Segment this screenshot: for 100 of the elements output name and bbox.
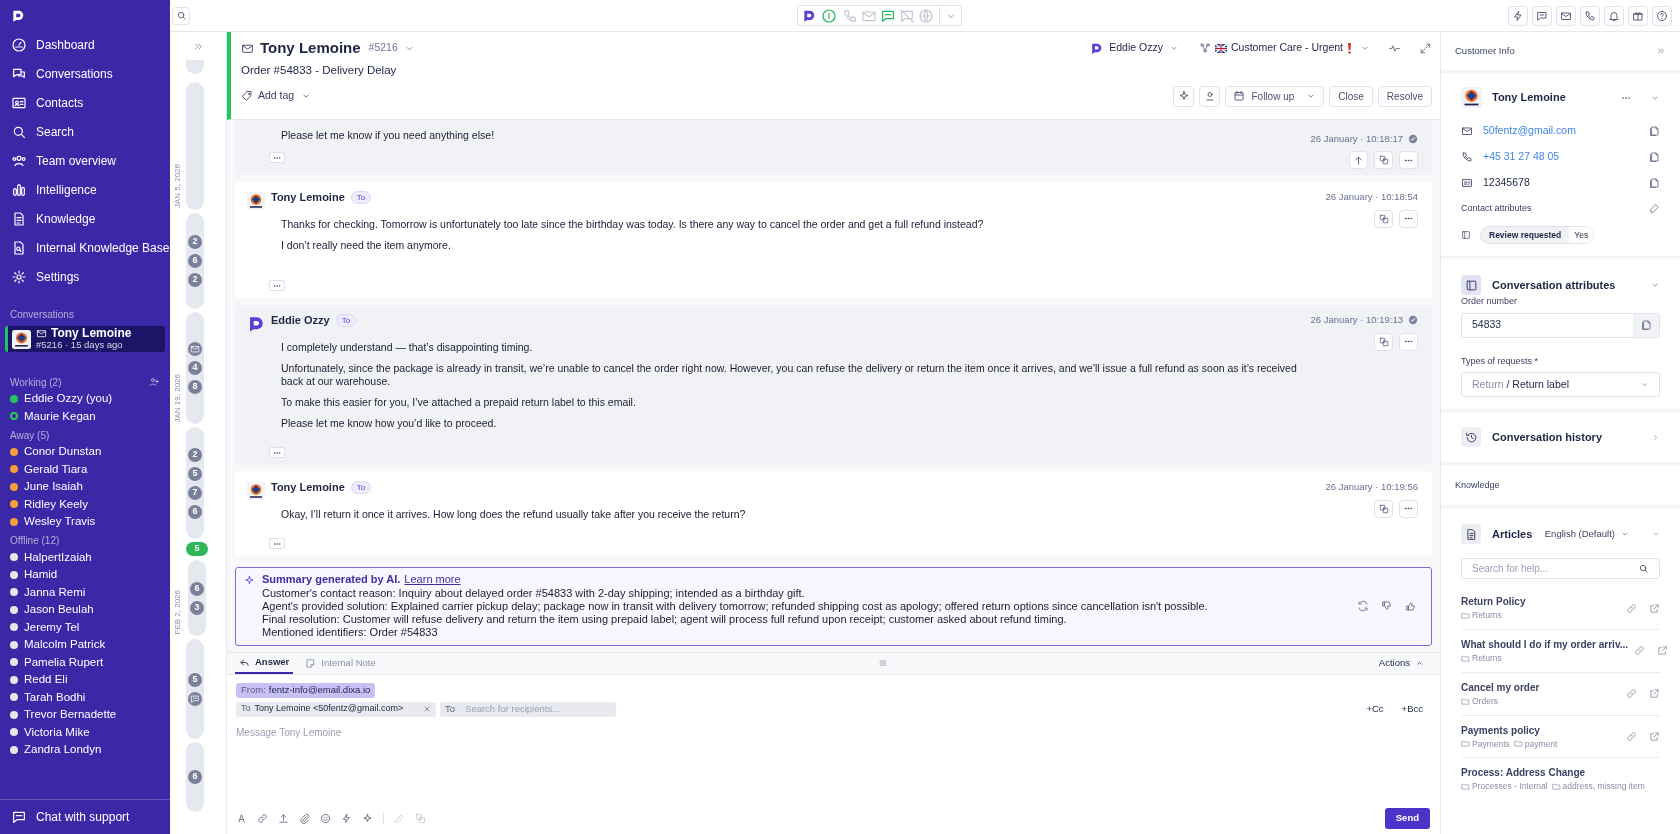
count-badge[interactable]: 3: [190, 600, 204, 615]
recipient-input[interactable]: Search for recipients...: [465, 702, 611, 717]
language-dropdown[interactable]: English (Default): [1544, 527, 1629, 542]
nav-item[interactable]: Settings: [0, 262, 170, 291]
nav-item[interactable]: Team overview: [0, 146, 170, 175]
agent-name[interactable]: HalpertIzaiah: [24, 548, 92, 566]
agent-name[interactable]: Conor Dunstan: [24, 443, 102, 461]
article-title[interactable]: Payments policy: [1461, 722, 1620, 738]
nav-item[interactable]: Intelligence: [0, 175, 170, 204]
expand-button[interactable]: [269, 280, 285, 292]
expand-button[interactable]: [269, 152, 285, 163]
translate-button[interactable]: [1374, 151, 1393, 170]
action-button[interactable]: Close: [1329, 85, 1373, 107]
nav-item[interactable]: Dashboard: [0, 30, 170, 59]
count-badge[interactable]: 7: [188, 485, 202, 500]
cc-button[interactable]: +Cc: [1366, 700, 1384, 717]
agent-name[interactable]: Gerald Tiara: [24, 460, 88, 478]
scroll-up-button[interactable]: [1349, 151, 1368, 170]
nav-item[interactable]: Internal Knowledge Base: [0, 233, 170, 262]
assign-button[interactable]: [1199, 85, 1221, 107]
count-badge[interactable]: 8: [188, 380, 202, 394]
help-icon: [1656, 9, 1668, 22]
send-button[interactable]: Send: [1384, 807, 1430, 829]
actions-button[interactable]: Actions: [1378, 652, 1432, 674]
toolbar-button[interactable]: [1628, 5, 1648, 26]
agent-name[interactable]: Trevor Bernadette: [24, 706, 117, 724]
recipient-chip[interactable]: To Tony Lemoine <50fentz@gmail.com>: [236, 701, 436, 717]
toolbar-button[interactable]: [1652, 5, 1672, 26]
count-badge[interactable]: 5: [188, 672, 202, 687]
toolbar-button[interactable]: [1508, 5, 1528, 26]
agent-name[interactable]: Tarah Bodhi: [24, 688, 86, 706]
agent-name[interactable]: Janna Remi: [24, 583, 86, 601]
timeline-segment[interactable]: 5: [186, 639, 204, 739]
count-badge[interactable]: 5: [188, 466, 202, 481]
toolbar-button[interactable]: [1556, 5, 1576, 26]
agent-name[interactable]: June Isaiah: [24, 478, 83, 496]
search-field[interactable]: Search for help...: [1461, 558, 1660, 580]
translate-button[interactable]: [1374, 499, 1393, 518]
article-title[interactable]: Process: Address Change: [1461, 765, 1660, 781]
agent-name[interactable]: Hamid: [24, 566, 58, 584]
timeline-segment[interactable]: 4 8: [186, 312, 204, 424]
nav-item[interactable]: Knowledge: [0, 204, 170, 233]
count-badge[interactable]: 6: [188, 504, 202, 519]
composer[interactable]: Answer Internal Note Actions From: fentz-info@email.dixa.io To Tony Lemoine <50fentz@gmail.com> To Search for recipients... +Cc +Bcc Message Tony Lemoine Send: [227, 651, 1440, 834]
status-ring-icon[interactable]: [820, 7, 837, 24]
toolbar-button[interactable]: [1604, 5, 1624, 26]
count-badge[interactable]: 4: [188, 361, 202, 375]
toolbar-button[interactable]: [1580, 5, 1600, 26]
count-badge[interactable]: 6: [190, 581, 204, 596]
expand-button[interactable]: [269, 447, 285, 459]
article-title[interactable]: Cancel my order: [1461, 679, 1620, 695]
agent-name[interactable]: Wesley Travis: [24, 513, 96, 531]
count-badge[interactable]: 2: [188, 273, 202, 287]
translate-button[interactable]: [1374, 209, 1393, 228]
article-title[interactable]: Return Policy: [1461, 594, 1620, 610]
nav-item[interactable]: Conversations: [0, 59, 170, 88]
action-button[interactable]: Resolve: [1377, 85, 1432, 107]
follow-up-button[interactable]: Follow up: [1225, 85, 1325, 107]
timeline-segment[interactable]: 2 5 7 6: [186, 427, 204, 539]
bcc-button[interactable]: +Bcc: [1401, 700, 1423, 717]
from-chip[interactable]: From: fentz-info@email.dixa.io: [236, 682, 376, 698]
article-title[interactable]: What should I do if my order arriv...: [1461, 637, 1629, 652]
learn-more-link[interactable]: Learn more: [404, 573, 461, 587]
timeline-segment[interactable]: 6 3: [188, 560, 206, 636]
agent-name[interactable]: Zandra Londyn: [24, 741, 102, 759]
agent-name[interactable]: Victoria Mike: [24, 723, 90, 741]
history-row[interactable]: Conversation history: [1441, 412, 1680, 463]
count-badge[interactable]: 6: [188, 770, 202, 784]
search-input[interactable]: Search for help...: [1472, 561, 1638, 577]
recipient-field[interactable]: To Search for recipients...: [440, 701, 616, 717]
count-badge[interactable]: 2: [188, 235, 202, 249]
agent-name[interactable]: Malcolm Patrick: [24, 636, 106, 654]
toolbar-button[interactable]: [1532, 5, 1552, 26]
search-button[interactable]: [172, 6, 190, 25]
ai-button[interactable]: [1173, 85, 1195, 107]
timeline-segment[interactable]: 6: [186, 742, 204, 812]
agent-name[interactable]: Eddie Ozzy (you): [24, 390, 113, 408]
add-tag-button[interactable]: Add tag: [241, 88, 312, 104]
queue-dropdown[interactable]: Customer Care - Urgent: [1198, 40, 1370, 56]
agent-name[interactable]: Jason Beulah: [24, 601, 94, 619]
order-number-field[interactable]: 54833: [1461, 312, 1660, 338]
composer-tab[interactable]: Answer: [235, 652, 294, 674]
timeline-segment[interactable]: 2 6 2: [186, 213, 204, 309]
agent-name[interactable]: Redd Eli: [24, 671, 68, 689]
agent-name[interactable]: Jeremy Tel: [24, 618, 80, 636]
agent-name[interactable]: Ridley Keely: [24, 495, 88, 513]
count-badge[interactable]: 2: [188, 447, 202, 462]
request-type-select[interactable]: Return / Return label: [1461, 372, 1660, 398]
phone-link[interactable]: +45 31 27 48 05: [1483, 149, 1638, 165]
assignee-dropdown[interactable]: Eddie Ozzy: [1090, 40, 1179, 56]
email-link[interactable]: 50fentz@gmail.com: [1483, 123, 1638, 139]
agent-name[interactable]: Pamelia Rupert: [24, 653, 104, 671]
message-field[interactable]: Message Tony Lemoine: [236, 724, 1431, 802]
translate-button[interactable]: [1374, 332, 1393, 351]
count-badge[interactable]: 6: [188, 254, 202, 268]
expand-button[interactable]: [269, 538, 285, 550]
agent-name[interactable]: Maurie Kegan: [24, 407, 96, 425]
conversation-card[interactable]: Tony Lemoine #5216 · 15 days ago: [5, 326, 165, 352]
nav-item[interactable]: Contacts: [0, 88, 170, 117]
nav-item[interactable]: Search: [0, 117, 170, 146]
